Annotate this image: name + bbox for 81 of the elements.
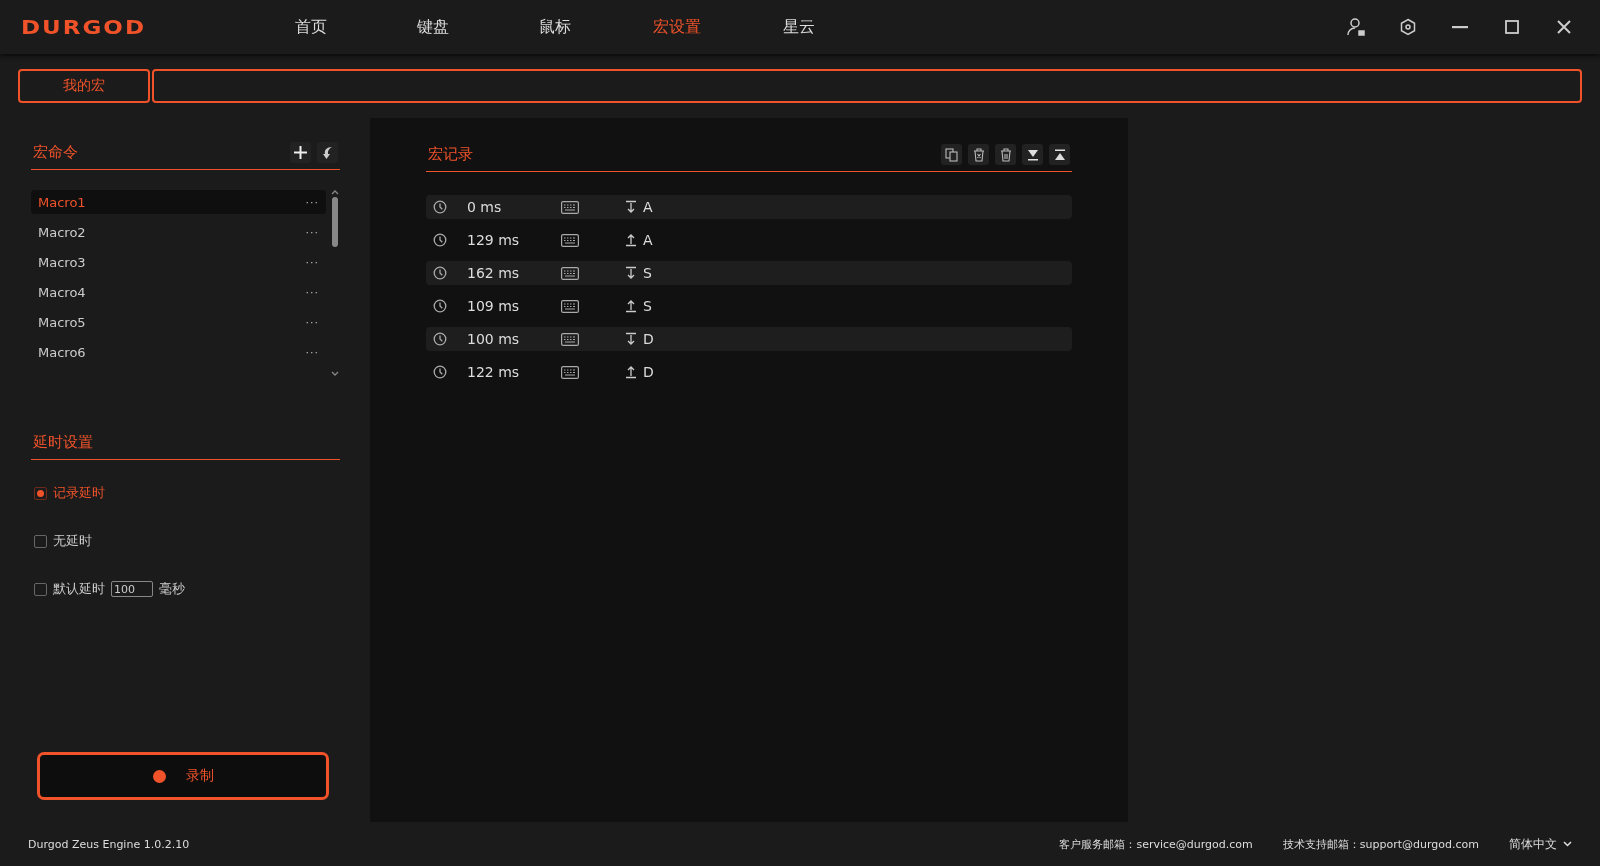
record-button[interactable]: 录制 bbox=[37, 752, 329, 800]
delay-text: 109 ms bbox=[467, 298, 521, 314]
language-select[interactable]: 简体中文 bbox=[1509, 835, 1572, 853]
macro-item[interactable]: Macro3 ··· bbox=[31, 250, 326, 274]
caret-icon bbox=[1563, 841, 1572, 847]
macro-tab[interactable]: 我的宏 bbox=[18, 69, 150, 103]
delay-text: 162 ms bbox=[467, 265, 521, 281]
checkbox[interactable] bbox=[34, 486, 47, 500]
key-label: D bbox=[643, 364, 654, 380]
event-row[interactable]: 109 ms S bbox=[426, 294, 1072, 318]
checkbox[interactable] bbox=[34, 534, 47, 548]
support-email: 技术支持邮箱：support@durgod.com bbox=[1282, 836, 1479, 852]
keyboard-icon bbox=[561, 200, 579, 214]
clear-button[interactable] bbox=[968, 144, 989, 165]
option-label: 记录延时 bbox=[53, 484, 105, 502]
clock-icon bbox=[433, 299, 447, 313]
copy-button[interactable] bbox=[941, 144, 962, 165]
delay-text: 100 ms bbox=[467, 331, 521, 347]
trash-icon bbox=[999, 147, 1012, 162]
macro-item[interactable]: Macro2 ··· bbox=[31, 220, 326, 244]
event-row[interactable]: 0 ms A bbox=[426, 195, 1072, 219]
more-menu[interactable]: ··· bbox=[305, 255, 319, 269]
scroll-up-icon[interactable] bbox=[331, 190, 339, 195]
import-button[interactable] bbox=[317, 142, 338, 163]
import-icon bbox=[321, 145, 334, 160]
scroll-down-icon[interactable] bbox=[331, 371, 339, 376]
delay-text: 0 ms bbox=[467, 199, 503, 215]
move-up-button[interactable] bbox=[1049, 144, 1070, 165]
key-label: D bbox=[643, 331, 654, 347]
logo: DURGOD bbox=[20, 15, 147, 39]
clock-icon bbox=[433, 332, 447, 346]
delete-button[interactable] bbox=[995, 144, 1016, 165]
more-menu[interactable]: ··· bbox=[305, 345, 319, 359]
event-row[interactable]: 122 ms D bbox=[426, 360, 1072, 384]
nav-tab[interactable]: 宏设置 bbox=[616, 16, 738, 38]
move-down-button[interactable] bbox=[1022, 144, 1043, 165]
triangle-down-icon bbox=[1026, 148, 1039, 161]
keyboard-icon bbox=[561, 233, 579, 247]
clock-icon bbox=[433, 200, 447, 214]
option-label: 默认延时 bbox=[53, 580, 105, 598]
more-menu[interactable]: ··· bbox=[305, 195, 319, 209]
nav-tab[interactable]: 键盘 bbox=[372, 16, 494, 38]
add-button[interactable] bbox=[290, 142, 311, 163]
service-email: 客户服务邮箱：service@durgod.com bbox=[1059, 836, 1253, 852]
section-title: 宏命令 bbox=[33, 143, 78, 162]
event-row[interactable]: 100 ms D bbox=[426, 327, 1072, 351]
event-row[interactable]: 162 ms S bbox=[426, 261, 1072, 285]
key-label: A bbox=[643, 232, 653, 248]
macro-item[interactable]: Macro5 ··· bbox=[31, 310, 326, 334]
nav-tab[interactable]: 星云 bbox=[738, 16, 860, 38]
clock-icon bbox=[433, 233, 447, 247]
delay-text: 122 ms bbox=[467, 364, 521, 380]
keyboard-icon bbox=[561, 332, 579, 346]
section-title: 延时设置 bbox=[33, 433, 93, 452]
version-text: Durgod Zeus Engine 1.0.2.10 bbox=[28, 837, 190, 851]
macro-item[interactable]: Macro4 ··· bbox=[31, 280, 326, 304]
event-row[interactable]: 129 ms A bbox=[426, 228, 1072, 252]
clock-icon bbox=[433, 266, 447, 280]
key-label: S bbox=[643, 298, 652, 314]
keyboard-icon bbox=[561, 266, 579, 280]
clock-icon bbox=[433, 365, 447, 379]
key-label: A bbox=[643, 199, 653, 215]
unit-label: 毫秒 bbox=[159, 580, 185, 598]
keyboard-icon bbox=[561, 299, 579, 313]
macro-item[interactable]: Macro6 ··· bbox=[31, 340, 326, 364]
option-label: 无延时 bbox=[53, 532, 92, 550]
triangle-up-icon bbox=[1053, 148, 1066, 161]
nav-tab[interactable]: 首页 bbox=[250, 16, 372, 38]
more-menu[interactable]: ··· bbox=[305, 285, 319, 299]
section-title: 宏记录 bbox=[428, 145, 473, 164]
scrollbar-thumb[interactable] bbox=[332, 197, 338, 247]
keyboard-icon bbox=[561, 365, 579, 379]
delay-field[interactable]: 100 bbox=[111, 581, 153, 597]
more-menu[interactable]: ··· bbox=[305, 225, 319, 239]
macro-item[interactable]: Macro1 ··· bbox=[31, 190, 326, 214]
trash-x-icon bbox=[972, 147, 985, 162]
nav-tab[interactable]: 鼠标 bbox=[494, 16, 616, 38]
checkbox[interactable] bbox=[34, 582, 47, 596]
key-label: S bbox=[643, 265, 652, 281]
more-menu[interactable]: ··· bbox=[305, 315, 319, 329]
delay-text: 129 ms bbox=[467, 232, 521, 248]
